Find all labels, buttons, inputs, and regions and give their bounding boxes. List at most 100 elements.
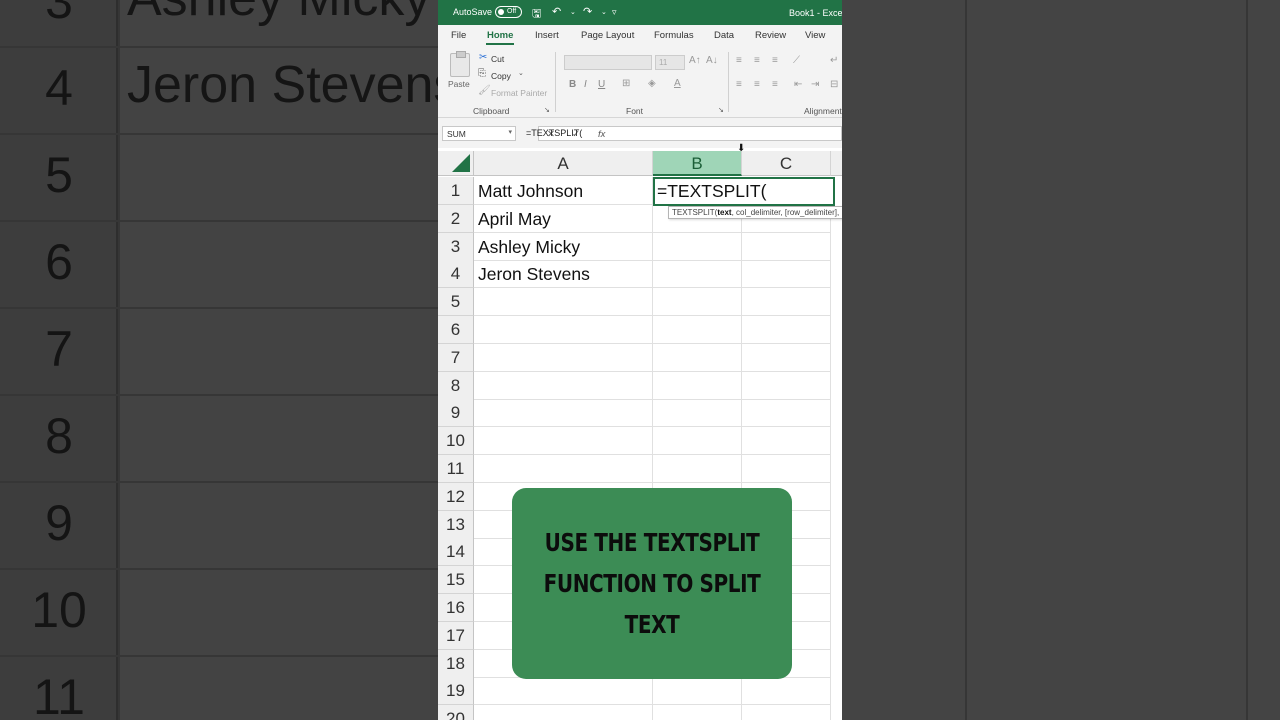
cell-a[interactable] bbox=[474, 344, 653, 372]
row-header[interactable]: 2 bbox=[438, 205, 474, 233]
clipboard-launcher-icon[interactable]: ↘ bbox=[544, 106, 550, 114]
cell-a[interactable] bbox=[474, 455, 653, 483]
autosave-toggle[interactable]: Off bbox=[495, 6, 522, 18]
font-launcher-icon[interactable]: ↘ bbox=[718, 106, 724, 114]
cell-a[interactable]: April May bbox=[474, 205, 653, 233]
align-right-icon[interactable]: ≡ bbox=[772, 79, 778, 90]
format-painter-button[interactable]: Format Painter bbox=[491, 88, 547, 98]
row-header[interactable]: 15 bbox=[438, 566, 474, 594]
insert-function-icon[interactable]: fx bbox=[598, 129, 605, 140]
cell-c[interactable] bbox=[742, 677, 831, 705]
cell-a[interactable] bbox=[474, 705, 653, 720]
cell-b[interactable] bbox=[653, 455, 742, 483]
cell-c[interactable] bbox=[742, 372, 831, 400]
align-top-icon[interactable]: ≡ bbox=[736, 55, 742, 66]
tab-data[interactable]: Data bbox=[714, 30, 734, 41]
customize-toolbar-icon[interactable]: ▿ bbox=[612, 7, 617, 18]
copy-icon[interactable]: ⎘ bbox=[478, 68, 486, 79]
tab-view[interactable]: View bbox=[805, 30, 825, 41]
save-icon[interactable]: 🖫 bbox=[532, 5, 541, 24]
cell-a[interactable] bbox=[474, 427, 653, 455]
orientation-icon[interactable]: ⟋ bbox=[793, 55, 800, 66]
cell-b[interactable] bbox=[653, 233, 742, 261]
paste-icon[interactable] bbox=[450, 51, 470, 77]
cell-b[interactable] bbox=[653, 260, 742, 288]
row-header[interactable]: 19 bbox=[438, 677, 474, 705]
cell-a[interactable] bbox=[474, 288, 653, 316]
borders-icon[interactable]: ⊞ bbox=[622, 78, 630, 89]
formula-input[interactable]: ✕ ✓ fx bbox=[538, 126, 842, 141]
decrease-indent-icon[interactable]: ⇤ bbox=[794, 79, 802, 90]
row-header[interactable]: 4 bbox=[438, 260, 474, 288]
cell-a[interactable]: Matt Johnson bbox=[474, 177, 653, 205]
cell-b[interactable] bbox=[653, 372, 742, 400]
column-header-c[interactable]: C bbox=[742, 151, 831, 176]
decrease-font-icon[interactable]: A↓ bbox=[706, 55, 718, 66]
row-header[interactable]: 18 bbox=[438, 650, 474, 678]
row-header[interactable]: 14 bbox=[438, 538, 474, 566]
tab-formulas[interactable]: Formulas bbox=[654, 30, 694, 41]
function-tooltip[interactable]: TEXTSPLIT(text, col_delimiter, [row_deli… bbox=[668, 206, 842, 219]
cut-button[interactable]: Cut bbox=[491, 54, 504, 64]
underline-icon[interactable]: U bbox=[598, 79, 605, 90]
formula-text[interactable]: =TEXTSPLIT( bbox=[526, 128, 582, 138]
italic-icon[interactable]: I bbox=[584, 79, 587, 90]
cell-c[interactable] bbox=[742, 344, 831, 372]
wrap-text-icon[interactable]: ↵ bbox=[830, 55, 838, 66]
cell-a[interactable] bbox=[474, 316, 653, 344]
row-header[interactable]: 20 bbox=[438, 705, 474, 720]
column-header-b[interactable]: B bbox=[653, 151, 742, 176]
increase-indent-icon[interactable]: ⇥ bbox=[811, 79, 819, 90]
row-header[interactable]: 10 bbox=[438, 427, 474, 455]
cell-c[interactable] bbox=[742, 260, 831, 288]
column-header-d[interactable] bbox=[831, 151, 842, 176]
row-header[interactable]: 8 bbox=[438, 372, 474, 400]
cell-b[interactable] bbox=[653, 427, 742, 455]
select-all-button[interactable] bbox=[438, 151, 474, 176]
cell-a[interactable] bbox=[474, 372, 653, 400]
align-left-icon[interactable]: ≡ bbox=[736, 79, 742, 90]
tab-review[interactable]: Review bbox=[755, 30, 786, 41]
tab-insert[interactable]: Insert bbox=[535, 30, 559, 41]
bold-icon[interactable]: B bbox=[569, 79, 576, 90]
row-header[interactable]: 12 bbox=[438, 483, 474, 511]
row-header[interactable]: 11 bbox=[438, 455, 474, 483]
font-name-box[interactable] bbox=[564, 55, 652, 70]
active-cell-b1[interactable]: =TEXTSPLIT( bbox=[653, 177, 835, 206]
cell-a[interactable] bbox=[474, 677, 653, 705]
row-header[interactable]: 9 bbox=[438, 399, 474, 427]
row-header[interactable]: 7 bbox=[438, 344, 474, 372]
cell-c[interactable] bbox=[742, 288, 831, 316]
align-middle-icon[interactable]: ≡ bbox=[754, 55, 760, 66]
cell-a[interactable] bbox=[474, 399, 653, 427]
cell-b[interactable] bbox=[653, 344, 742, 372]
align-center-icon[interactable]: ≡ bbox=[754, 79, 760, 90]
cell-c[interactable] bbox=[742, 233, 831, 261]
fill-color-icon[interactable]: ◈ bbox=[648, 78, 656, 89]
cell-c[interactable] bbox=[742, 316, 831, 344]
cell-a[interactable]: Jeron Stevens bbox=[474, 260, 653, 288]
format-painter-icon[interactable]: 🖌 bbox=[478, 85, 491, 96]
row-header[interactable]: 3 bbox=[438, 233, 474, 261]
font-size-box[interactable]: 11 bbox=[655, 55, 685, 70]
undo-dropdown-icon[interactable]: ⌄ bbox=[570, 8, 576, 16]
increase-font-icon[interactable]: A↑ bbox=[689, 55, 701, 66]
column-header-a[interactable]: A bbox=[474, 151, 653, 176]
cell-b[interactable] bbox=[653, 399, 742, 427]
cell-b[interactable] bbox=[653, 316, 742, 344]
cut-icon[interactable]: ✂ bbox=[479, 52, 487, 63]
cell-c[interactable] bbox=[742, 399, 831, 427]
cell-c[interactable] bbox=[742, 705, 831, 720]
redo-icon[interactable]: ↷ bbox=[583, 5, 592, 18]
tab-home[interactable]: Home bbox=[487, 30, 513, 41]
row-header[interactable]: 1 bbox=[438, 177, 474, 205]
undo-icon[interactable]: ↶ bbox=[552, 5, 561, 18]
font-color-icon[interactable]: A bbox=[674, 78, 681, 89]
cell-b[interactable] bbox=[653, 677, 742, 705]
row-header[interactable]: 17 bbox=[438, 622, 474, 650]
copy-dropdown-icon[interactable]: ⌄ bbox=[518, 69, 524, 77]
row-header[interactable]: 5 bbox=[438, 288, 474, 316]
merge-center-icon[interactable]: ⊟ bbox=[830, 79, 838, 90]
tab-page-layout[interactable]: Page Layout bbox=[581, 30, 634, 41]
copy-button[interactable]: Copy bbox=[491, 71, 511, 81]
